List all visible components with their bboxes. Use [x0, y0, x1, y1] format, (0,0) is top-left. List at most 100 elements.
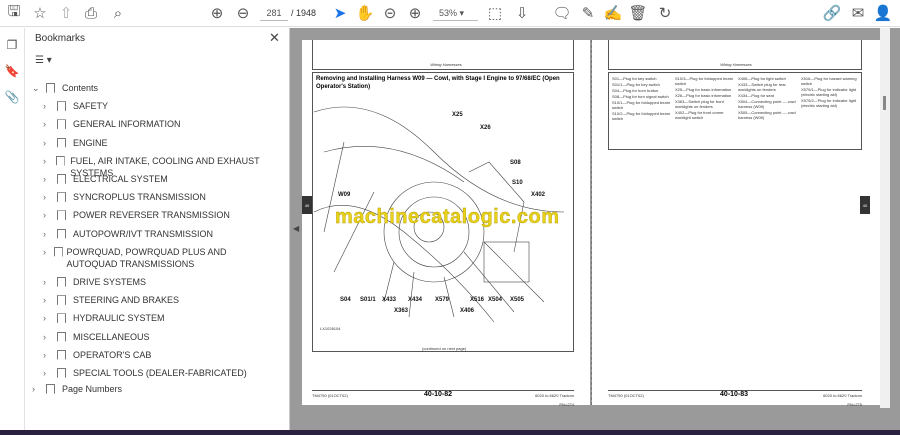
- bookmark-icon: [52, 247, 61, 257]
- bookmark-label: ENGINE: [73, 137, 108, 148]
- bookmark-item[interactable]: › SYNCROPLUS TRANSMISSION: [43, 191, 278, 203]
- delete-icon[interactable]: 🗑: [628, 4, 648, 22]
- section-tab-left: 40: [302, 196, 312, 214]
- legend-entry: S10/3—Plug for foldupped beam switch: [675, 76, 734, 86]
- close-icon[interactable]: ✕: [269, 30, 280, 46]
- bookmark-item[interactable]: › ENGINE: [43, 137, 278, 149]
- attachments-icon[interactable]: 📎: [2, 88, 22, 106]
- search-icon[interactable]: ⌕: [108, 4, 128, 22]
- chevron-right-icon[interactable]: ›: [43, 100, 55, 112]
- chevron-right-icon[interactable]: ›: [43, 118, 55, 130]
- bookmark-icon: [55, 174, 67, 184]
- bookmark-item[interactable]: › HYDRAULIC SYSTEM: [43, 312, 278, 324]
- bookmark-item[interactable]: › STEERING AND BRAKES: [43, 294, 278, 306]
- footer-sub: PN=275: [847, 402, 862, 407]
- legend-entry: S01—Plug for key switch: [612, 76, 657, 81]
- pages-icon[interactable]: ❐: [2, 36, 22, 54]
- mail-icon[interactable]: ✉: [848, 4, 868, 22]
- bookmark-icon: [55, 138, 67, 148]
- chevron-right-icon[interactable]: ›: [43, 246, 52, 258]
- bookmark-label: ELECTRICAL SYSTEM: [73, 174, 168, 184]
- save-icon[interactable]: 🖫: [4, 3, 24, 22]
- chevron-down-icon[interactable]: ⌄: [32, 82, 44, 94]
- bookmark-item[interactable]: › AUTOPOWR/IVT TRANSMISSION: [43, 228, 278, 240]
- document-view[interactable]: Wiring Harnesses Removing and Installing…: [290, 28, 900, 430]
- chevron-right-icon[interactable]: ›: [43, 209, 55, 221]
- callout-label: X406: [460, 308, 475, 314]
- section-title: Removing and Installing Harness W09 — Co…: [316, 76, 560, 90]
- comment-icon[interactable]: 🗨: [552, 4, 572, 22]
- bookmark-item[interactable]: › DRIVE SYSTEMS: [43, 276, 278, 288]
- bookmarks-icon[interactable]: 🔖: [2, 62, 22, 80]
- bookmarks-panel: Bookmarks ✕ ☰ ▾ ⌄ Contents › SAFETY › GENERAL…: [25, 28, 290, 435]
- share-link-icon[interactable]: 🔗: [822, 4, 842, 22]
- upload-icon[interactable]: ⇧: [56, 4, 76, 22]
- bookmark-icon: [44, 83, 56, 93]
- bookmark-icon: [55, 119, 67, 129]
- scroll-mode-icon[interactable]: ⇩: [512, 4, 532, 22]
- bookmark-item[interactable]: › POWRQUAD, POWRQUAD PLUS AND AUTOQUAD TR…: [43, 246, 278, 270]
- legend-entry: X504—Connecting point — cowl harness (W0…: [738, 99, 796, 109]
- chevron-right-icon[interactable]: ›: [43, 367, 55, 379]
- callout-label: W09: [338, 192, 351, 198]
- zoom-in-icon[interactable]: ⊕: [405, 4, 425, 22]
- print-icon[interactable]: ⎙: [81, 4, 101, 22]
- bookmark-item[interactable]: › SPECIAL TOOLS (DEALER-FABRICATED): [43, 367, 278, 379]
- hand-icon[interactable]: ✋: [355, 4, 375, 22]
- bookmark-item[interactable]: › POWER REVERSER TRANSMISSION: [43, 209, 278, 221]
- bookmark-icon: [55, 229, 67, 239]
- chevron-right-icon[interactable]: ›: [32, 383, 44, 395]
- bookmark-item[interactable]: › GENERAL INFORMATION: [43, 118, 278, 130]
- page-up-icon[interactable]: ⊕: [207, 4, 227, 22]
- sign-icon[interactable]: ✍: [603, 4, 623, 22]
- chevron-right-icon[interactable]: ›: [43, 155, 54, 167]
- bookmark-item[interactable]: › SAFETY: [43, 100, 278, 112]
- page-number-input[interactable]: 281: [260, 5, 288, 21]
- pen-icon[interactable]: ✎: [578, 4, 598, 22]
- bookmark-icon: [55, 295, 67, 305]
- bookmark-item[interactable]: › OPERATOR'S CAB: [43, 349, 278, 361]
- page-down-icon[interactable]: ⊖: [233, 4, 253, 22]
- chevron-right-icon[interactable]: ›: [43, 349, 55, 361]
- zoom-out-icon[interactable]: ⊝: [380, 4, 400, 22]
- footer-sub: PN=274: [559, 402, 574, 407]
- chevron-right-icon[interactable]: ›: [43, 228, 55, 240]
- callout-label: S01/1: [360, 297, 376, 303]
- zoom-value: 53%: [439, 8, 458, 18]
- legend-column: X406—Plug for light switch X433—Switch pl…: [738, 76, 797, 122]
- chevron-right-icon[interactable]: ›: [43, 173, 55, 185]
- legend-entry: X516—Plug for hazard warning switch: [801, 76, 857, 86]
- chevron-right-icon[interactable]: ›: [43, 137, 55, 149]
- bookmark-icon: [54, 156, 65, 166]
- bookmark-label: SAFETY: [73, 101, 109, 112]
- chevron-right-icon[interactable]: ›: [43, 331, 55, 343]
- vertical-scrollbar[interactable]: [880, 28, 890, 408]
- callout-label: X579: [435, 297, 450, 303]
- fit-page-icon[interactable]: ⬚: [485, 4, 505, 22]
- bookmark-icon: [55, 101, 67, 111]
- bookmark-label: AUTOPOWR/IVT TRANSMISSION: [73, 228, 214, 239]
- callout-label: S10: [512, 180, 523, 186]
- rotate-icon[interactable]: ↻: [655, 4, 675, 22]
- zoom-select[interactable]: 53% ▾: [433, 5, 478, 21]
- prev-page-arrow-icon[interactable]: ◀: [293, 224, 299, 233]
- chevron-right-icon[interactable]: ›: [43, 312, 55, 324]
- bookmark-options-icon[interactable]: ☰ ▾: [35, 55, 52, 66]
- chevron-right-icon[interactable]: ›: [43, 191, 55, 203]
- bookmark-icon: [55, 210, 67, 220]
- chevron-right-icon[interactable]: ›: [43, 294, 55, 306]
- legend-entry: X433—Switch plug for rear worklights on …: [738, 82, 786, 92]
- page-header: Wiring Harnesses: [720, 62, 752, 67]
- select-cursor-icon[interactable]: ➤: [330, 4, 350, 22]
- bookmark-item[interactable]: › MISCELLANEOUS: [43, 331, 278, 343]
- account-icon[interactable]: 👤: [873, 4, 893, 22]
- bookmark-label: OPERATOR'S CAB: [73, 349, 152, 360]
- bookmark-star-icon[interactable]: ☆: [30, 4, 50, 22]
- panel-title: Bookmarks: [35, 33, 86, 44]
- bookmark-item[interactable]: › Page Numbers: [32, 383, 272, 395]
- bookmark-item[interactable]: › ELECTRICAL SYSTEM: [43, 173, 278, 185]
- legend-entry: S04—Plug for horn button: [612, 88, 659, 93]
- taskbar-strip: [0, 430, 900, 435]
- chevron-right-icon[interactable]: ›: [43, 276, 55, 288]
- bookmark-item[interactable]: ⌄ Contents: [32, 82, 272, 94]
